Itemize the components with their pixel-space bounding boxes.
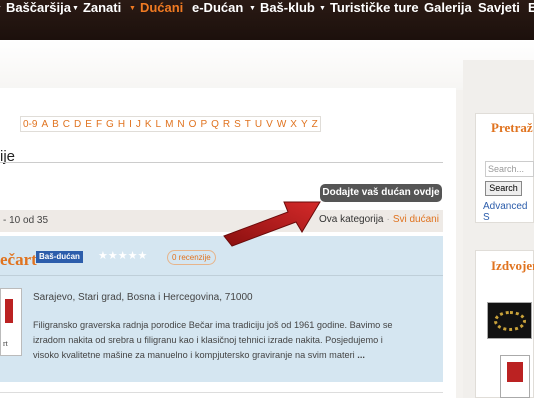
featured-thumbnail[interactable] — [487, 302, 532, 339]
category-separator: · — [386, 214, 390, 225]
featured-heading: Izdvojen — [491, 258, 534, 273]
nav-item-savjeti[interactable]: Savjeti — [478, 0, 520, 16]
reviews-link[interactable]: 0 recenzije — [167, 250, 216, 265]
alphabet-letter-f[interactable]: F — [94, 117, 104, 131]
alphabet-letter-z[interactable]: Z — [310, 117, 320, 131]
alphabet-letter-b[interactable]: B — [50, 117, 61, 131]
logo-mark — [507, 362, 523, 382]
alphabet-letter-g[interactable]: G — [104, 117, 116, 131]
next-listing-card — [0, 392, 443, 398]
search-heading: Pretraž — [491, 120, 533, 135]
alphabet-letter-u[interactable]: U — [253, 117, 264, 131]
alphabet-letter-a[interactable]: A — [39, 117, 50, 131]
add-shop-button[interactable]: Dodajte vaš dućan ovdje — [320, 184, 442, 202]
category-all-link[interactable]: Svi dućani — [393, 214, 439, 225]
nav-item-turisticke-ture[interactable]: ▼ Turističke ture — [319, 0, 419, 16]
featured-thumbnail[interactable] — [500, 355, 530, 398]
dropdown-arrow-icon: ▼ — [249, 5, 256, 12]
alphabet-filter: 0-9 A B C D E F G H I J K L M N O P Q R S T U V W X Y Z — [20, 116, 321, 132]
main-nav: ▼Baščaršija ▼Zanati ▼Dućani e-Dućan ▼Baš… — [0, 0, 534, 40]
title-divider — [0, 162, 443, 163]
alphabet-letter-q[interactable]: Q — [209, 117, 221, 131]
alphabet-letter-k[interactable]: K — [143, 117, 154, 131]
alphabet-letter-r[interactable]: R — [221, 117, 232, 131]
alphabet-letter-o[interactable]: O — [187, 117, 199, 131]
description-line: izradom nakita od srebra u filigranu kao… — [33, 335, 383, 345]
category-switch: Ova kategorija · Svi dućani — [319, 214, 439, 225]
alphabet-letter-m[interactable]: M — [163, 117, 175, 131]
description-line: visoko kvalitetne mašine za manuelno i k… — [33, 350, 365, 360]
shop-logo[interactable]: rt — [0, 288, 22, 356]
result-count: - 10 od 35 — [3, 215, 49, 226]
dropdown-arrow-icon: ▼ — [319, 5, 326, 12]
alphabet-letter-h[interactable]: H — [116, 117, 127, 131]
nav-item-e-ducan[interactable]: e-Dućan — [192, 0, 243, 16]
nav-item-ducani[interactable]: ▼ Dućani — [129, 0, 183, 16]
card-divider — [0, 275, 443, 276]
rating-stars[interactable]: ★★★★★ — [98, 249, 147, 262]
logo-text: rt — [3, 339, 8, 348]
search-input[interactable]: Search... — [485, 161, 534, 177]
shop-description: Filigransko graverska radnja porodice Be… — [33, 318, 441, 363]
shop-name-link[interactable]: ečart — [0, 250, 37, 270]
alphabet-letter-w[interactable]: W — [275, 117, 288, 131]
red-arrow-icon — [223, 201, 321, 247]
alphabet-letter-d[interactable]: D — [72, 117, 83, 131]
alphabet-letter-s[interactable]: S — [232, 117, 243, 131]
bas-ducan-badge: Baš-dućan — [36, 251, 83, 263]
alphabet-letter-p[interactable]: P — [198, 117, 209, 131]
nav-item-zanati[interactable]: ▼ Zanati — [72, 0, 121, 16]
alphabet-letter-c[interactable]: C — [61, 117, 72, 131]
dropdown-arrow-icon: ▼ — [129, 5, 136, 12]
read-more-ellipsis[interactable]: ... — [357, 350, 365, 360]
alphabet-letter-n[interactable]: N — [175, 117, 186, 131]
alphabet-letter-t[interactable]: T — [243, 117, 253, 131]
nav-item-galerija[interactable]: Galerija — [424, 0, 472, 16]
alphabet-letter-e[interactable]: E — [83, 117, 94, 131]
advanced-search-link[interactable]: Advanced S — [483, 201, 534, 223]
nav-item-bascarsija[interactable]: ▼Baščaršija — [0, 0, 71, 16]
nav-item-bas-klub[interactable]: ▼ Baš-klub — [249, 0, 315, 16]
alphabet-letter-j[interactable]: J — [134, 117, 143, 131]
alphabet-letter-v[interactable]: V — [264, 117, 275, 131]
dropdown-arrow-icon: ▼ — [0, 5, 2, 12]
search-button[interactable]: Search — [485, 181, 522, 196]
header-band — [0, 40, 534, 90]
alphabet-letter-x[interactable]: X — [288, 117, 299, 131]
alphabet-letter-l[interactable]: L — [154, 117, 164, 131]
alphabet-letter-0-9[interactable]: 0-9 — [21, 117, 39, 131]
alphabet-letter-i[interactable]: I — [127, 117, 134, 131]
description-line: Filigransko graverska radnja porodice Be… — [33, 320, 393, 330]
nav-item-more[interactable]: E — [528, 0, 534, 16]
shop-address: Sarajevo, Stari grad, Bosna i Hercegovin… — [33, 292, 253, 303]
alphabet-letter-y[interactable]: Y — [299, 117, 310, 131]
logo-mark — [5, 299, 13, 323]
necklace-image — [494, 311, 526, 331]
dropdown-arrow-icon: ▼ — [72, 5, 79, 12]
